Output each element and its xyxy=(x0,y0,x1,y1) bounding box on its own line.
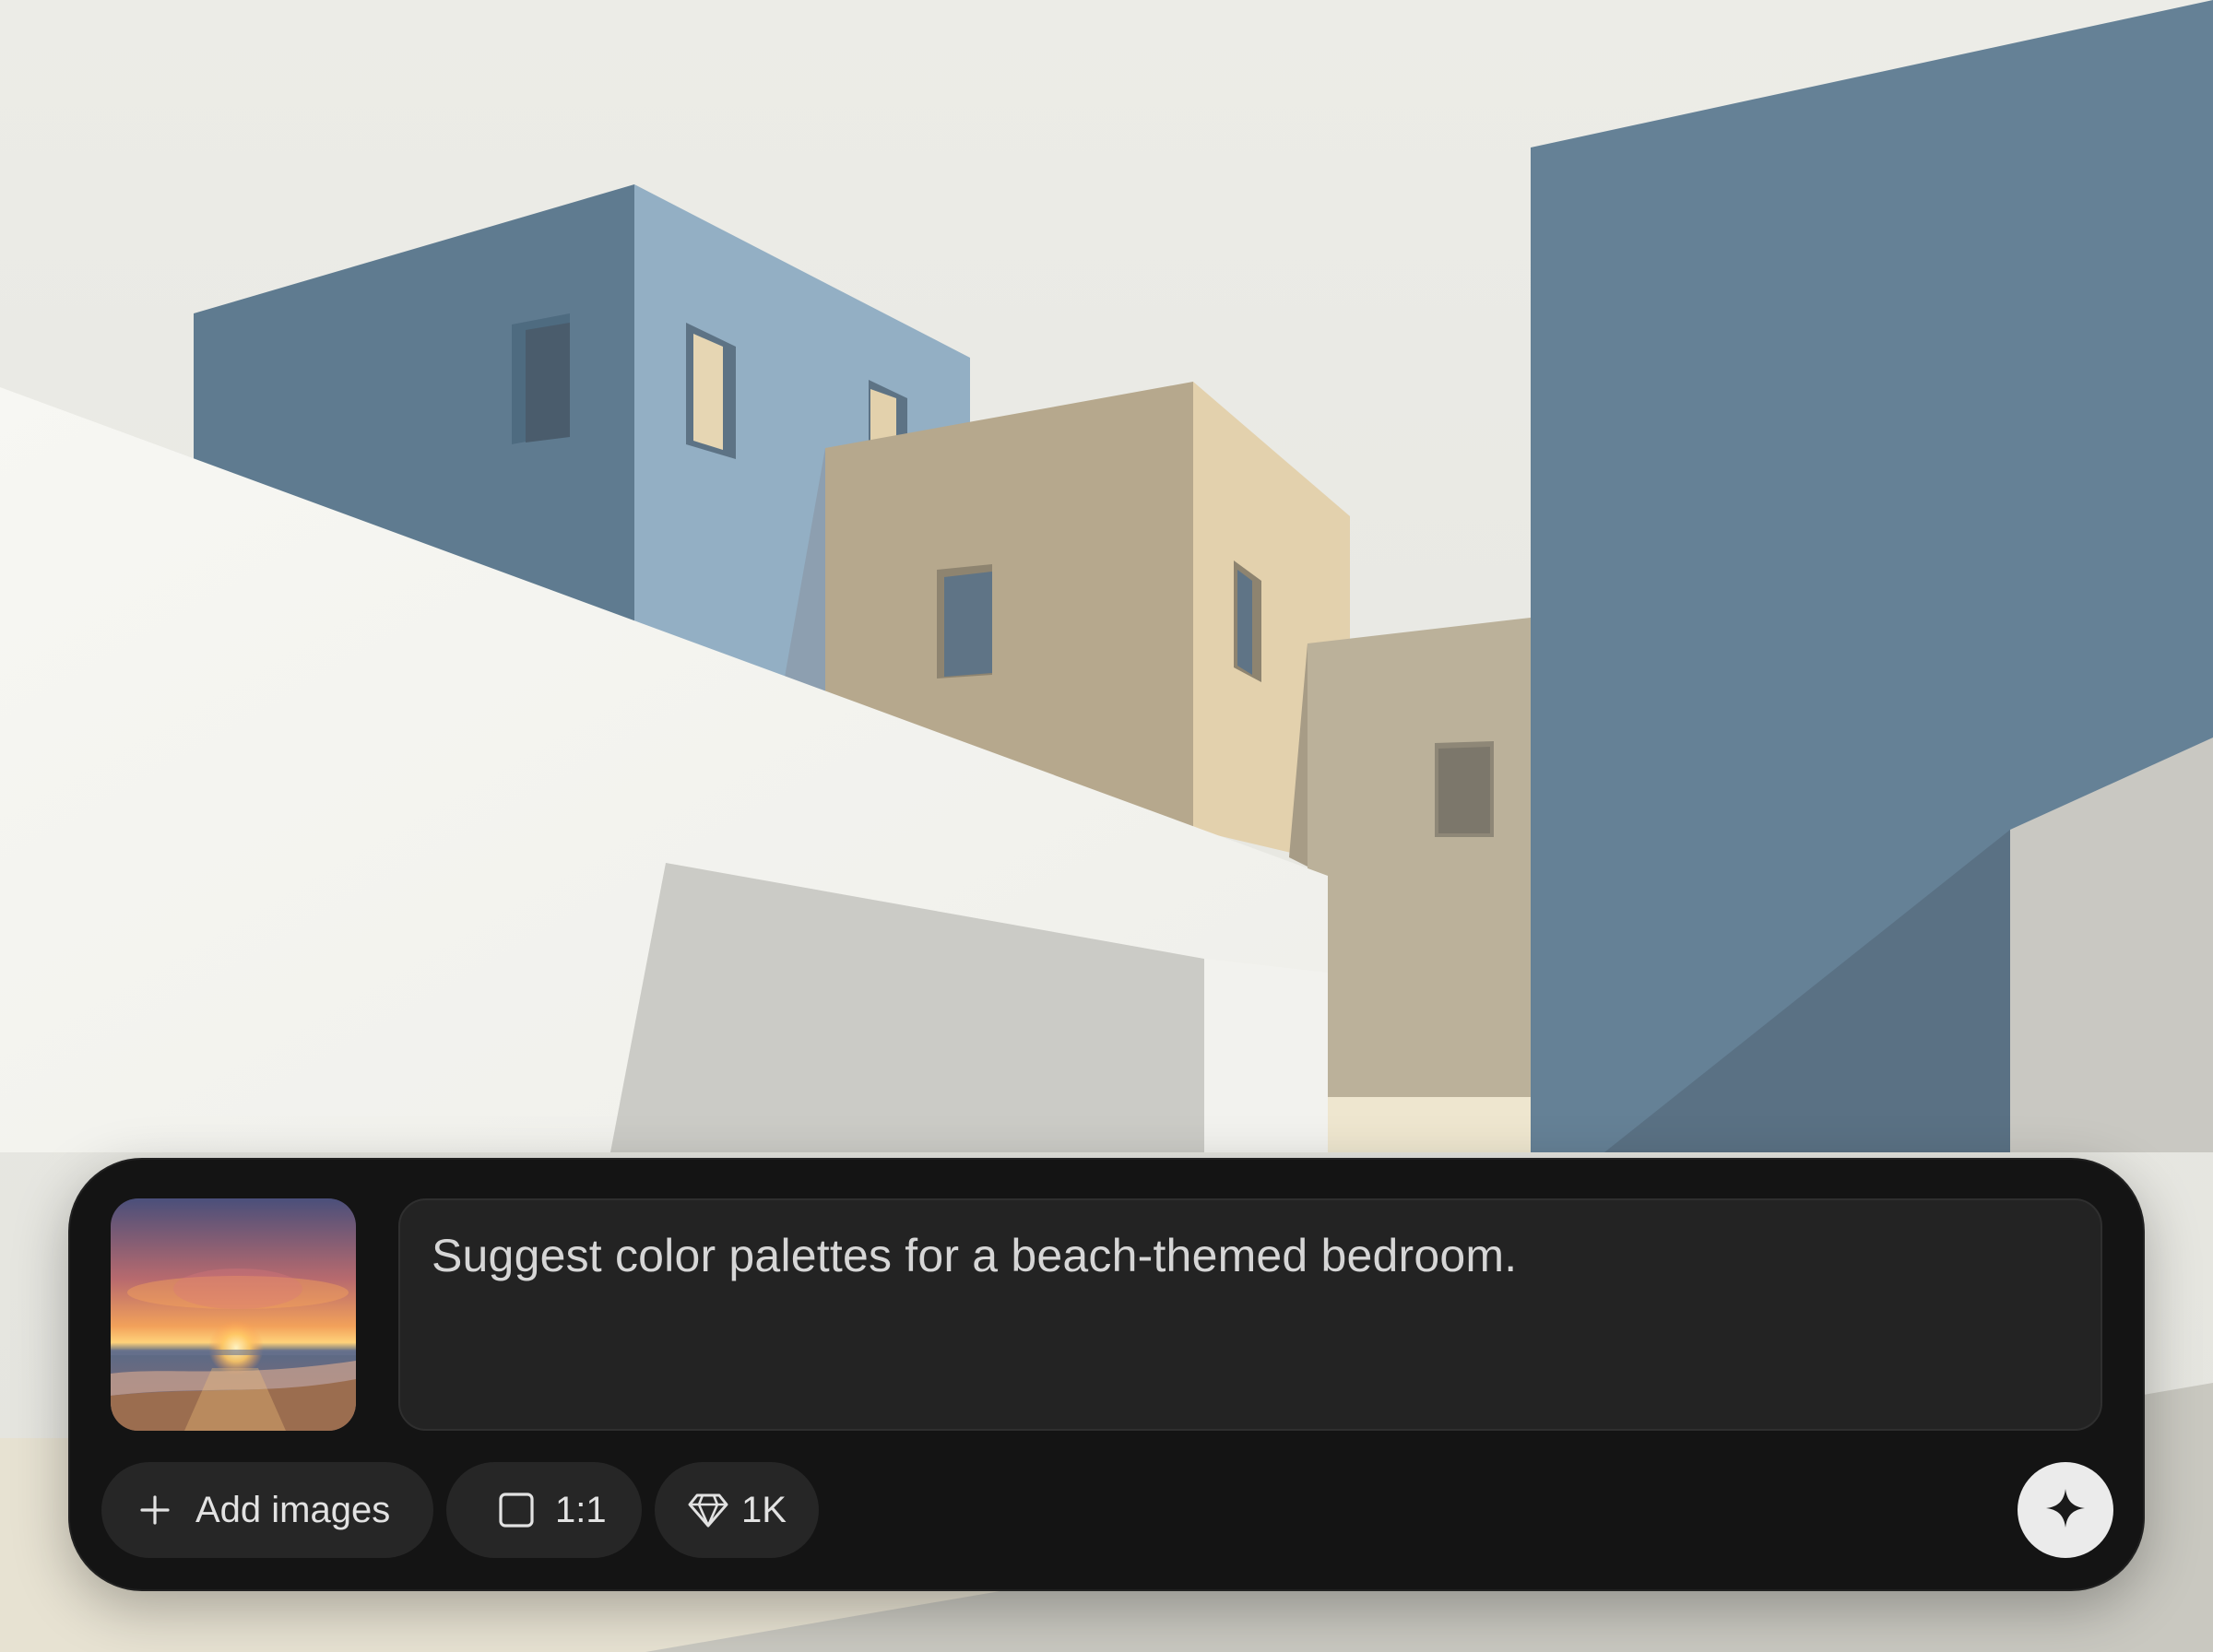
prompt-input[interactable]: Suggest color palettes for a beach-theme… xyxy=(398,1198,2102,1431)
square-icon xyxy=(496,1490,537,1530)
canvas: Suggest color palettes for a beach-theme… xyxy=(0,0,2213,1652)
plus-icon xyxy=(135,1490,175,1530)
reference-image-thumbnail[interactable] xyxy=(111,1198,356,1431)
sunset-beach-image xyxy=(111,1198,356,1431)
aspect-ratio-label: 1:1 xyxy=(555,1489,607,1530)
quality-label: 1K xyxy=(741,1489,787,1530)
composer-toolbar: Add images 1:1 1K xyxy=(101,1462,819,1558)
diamond-icon xyxy=(688,1490,728,1530)
sparkle-icon xyxy=(2044,1487,2087,1534)
prompt-composer: Suggest color palettes for a beach-theme… xyxy=(68,1158,2145,1591)
add-images-button[interactable]: Add images xyxy=(101,1462,433,1558)
quality-button[interactable]: 1K xyxy=(655,1462,819,1558)
generate-button[interactable] xyxy=(2018,1462,2113,1558)
aspect-ratio-button[interactable]: 1:1 xyxy=(446,1462,642,1558)
prompt-text[interactable]: Suggest color palettes for a beach-theme… xyxy=(432,1226,2069,1285)
add-images-label: Add images xyxy=(195,1489,391,1530)
